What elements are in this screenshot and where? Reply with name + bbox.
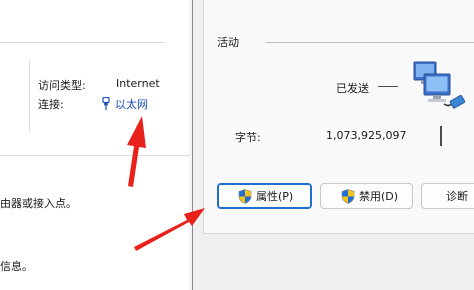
ethernet-connection-icon [102, 97, 110, 110]
activity-group-title: 活动 [217, 36, 239, 49]
sent-label: 已发送 [336, 82, 369, 95]
network-sharing-center-window: 访问类型: Internet 连接: 以太网 由器或接入点。 信息。 [0, 0, 190, 290]
group-separator [266, 42, 474, 43]
disable-button[interactable]: 禁用(D) [320, 183, 413, 209]
access-type-value: Internet [116, 77, 160, 90]
diagnose-button-label: 诊断 [446, 190, 468, 203]
divider [0, 42, 165, 43]
bytes-label: 字节: [235, 131, 261, 144]
bytes-indicator-bar [440, 126, 442, 146]
divider [29, 60, 30, 132]
properties-button-label: 属性(P) [256, 190, 294, 203]
sent-indicator-line [378, 86, 398, 87]
divider [0, 155, 190, 156]
description-text: 由器或接入点。 [0, 197, 77, 210]
description-text: 信息。 [0, 260, 33, 273]
uac-shield-icon [238, 188, 252, 204]
diagnose-button[interactable]: 诊断 [421, 183, 474, 209]
uac-shield-icon [341, 188, 355, 204]
network-computers-icon [413, 61, 466, 109]
access-type-label: 访问类型: [38, 79, 86, 92]
bytes-sent-value: 1,073,925,097 [326, 129, 407, 142]
connection-label: 连接: [38, 98, 64, 111]
ethernet-connection-link[interactable]: 以太网 [115, 96, 148, 112]
properties-button[interactable]: 属性(P) [217, 183, 312, 209]
disable-button-label: 禁用(D) [359, 190, 399, 203]
